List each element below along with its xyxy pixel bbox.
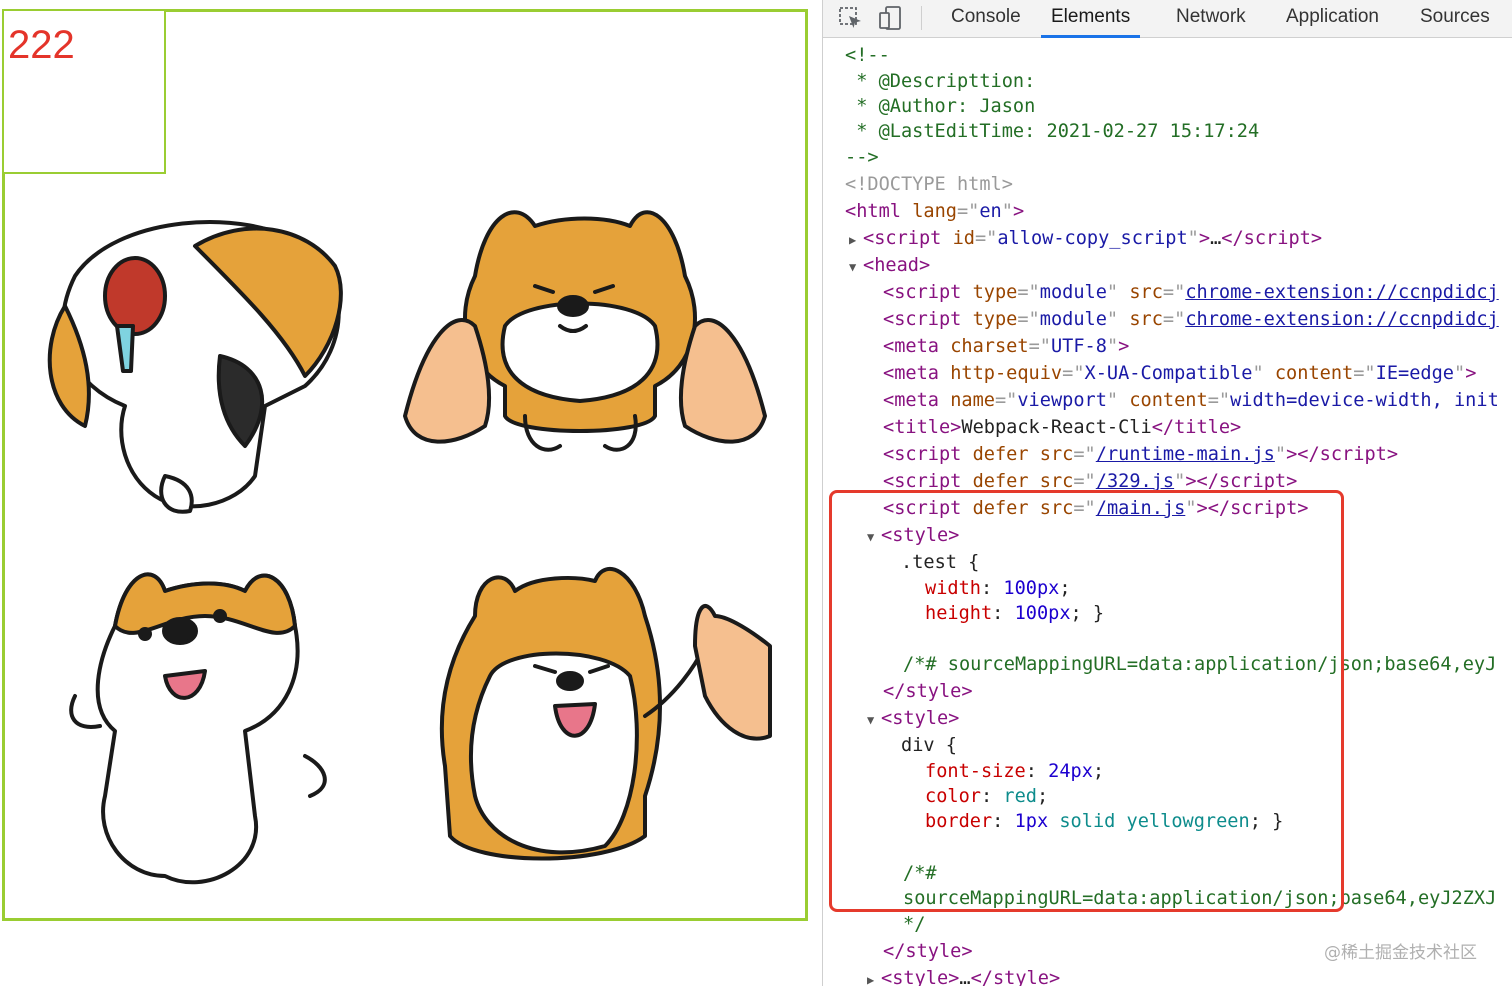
dom-comment-line: * @LastEditTime: 2021-02-27 15:17:24 <box>845 121 1260 142</box>
css-comment-close: */ <box>903 914 926 935</box>
tab-elements[interactable]: Elements <box>1040 0 1141 38</box>
css-rule-border: border: 1px solid yellowgreen; } <box>925 811 1284 832</box>
dom-comment-line: --> <box>845 147 879 168</box>
css-source-map-comment: sourceMappingURL=data:application/json;b… <box>903 888 1497 909</box>
dom-node-comment[interactable]: <!-- <box>845 42 890 69</box>
css-comment-open: /*# <box>903 863 937 884</box>
dom-node-doctype[interactable]: <!DOCTYPE html> <box>845 171 1013 198</box>
shiba-stickers-image <box>5 176 805 918</box>
dom-node-style-collapsed[interactable]: ▶ <style>…</style> <box>867 965 1060 986</box>
collapse-arrow-icon[interactable]: ▼ <box>849 254 863 281</box>
dom-node-html[interactable]: <html lang="en"> <box>845 198 1024 225</box>
dom-node-head[interactable]: ▼ <head> <box>849 252 930 279</box>
dom-comment-line: * @Descripttion: <box>845 71 1036 92</box>
shiba-sticker-tilted <box>47 220 343 514</box>
tab-sources[interactable]: Sources <box>1420 0 1490 38</box>
tab-application[interactable]: Application <box>1286 0 1379 38</box>
dom-node-style-div[interactable]: ▼ <style> <box>867 705 959 732</box>
dom-node-script-runtime[interactable]: <script defer src="/runtime-main.js"></s… <box>883 441 1398 468</box>
shiba-sticker-highfive <box>439 567 772 861</box>
expand-arrow-icon[interactable]: ▶ <box>849 227 863 254</box>
dom-node-script-main[interactable]: <script defer src="/main.js"></script> <box>883 495 1308 522</box>
dom-comment-line: * @Author: Jason <box>845 96 1036 117</box>
dom-node-style-close: </style> <box>883 681 973 702</box>
expand-arrow-icon[interactable]: ▶ <box>867 967 881 986</box>
rendered-page: 222 <box>0 0 822 986</box>
test-div-box: 222 <box>2 9 166 174</box>
tab-console[interactable]: Console <box>951 0 1021 38</box>
dom-node-title[interactable]: <title>Webpack-React-Cli</title> <box>883 414 1241 441</box>
inspect-element-icon[interactable] <box>837 4 865 32</box>
css-source-map-comment: /*# sourceMappingURL=data:application/js… <box>903 654 1497 675</box>
css-selector-div: div { <box>901 735 957 756</box>
devtools-toolbar: Console Elements Network Application Sou… <box>823 0 1512 38</box>
elements-dom-tree: <!-- * @Descripttion: * @Author: Jason *… <box>823 40 1512 986</box>
toolbar-separator <box>921 6 922 30</box>
dom-node-script-module[interactable]: <script type="module" src="chrome-extens… <box>883 279 1499 306</box>
dom-node-meta-charset[interactable]: <meta charset="UTF-8"> <box>883 333 1129 360</box>
collapse-arrow-icon[interactable]: ▼ <box>867 524 881 551</box>
dom-node-script-module[interactable]: <script type="module" src="chrome-extens… <box>883 306 1499 333</box>
dom-node-script-329[interactable]: <script defer src="/329.js"></script> <box>883 468 1297 495</box>
css-rule-width: width: 100px; <box>925 578 1071 599</box>
dom-node-style-close: </style> <box>883 941 973 962</box>
dom-node-meta-http-equiv[interactable]: <meta http-equiv="X-UA-Compatible" conte… <box>883 360 1476 387</box>
shiba-sticker-hands <box>403 210 767 452</box>
tab-network[interactable]: Network <box>1176 0 1246 38</box>
watermark: @稀土掘金技术社区 <box>1324 943 1477 963</box>
dom-node-style-test[interactable]: ▼ <style> <box>867 522 959 549</box>
css-selector-test: .test { <box>901 552 980 573</box>
devtools-panel: Console Elements Network Application Sou… <box>822 0 1512 986</box>
css-rule-font-size: font-size: 24px; <box>925 761 1105 782</box>
dom-node-script-allow-copy[interactable]: ▶ <script id="allow-copy_script">…</scrip… <box>849 225 1322 252</box>
css-rule-height: height: 100px; } <box>925 603 1105 624</box>
device-toggle-icon[interactable] <box>877 4 905 32</box>
css-rule-color: color: red; <box>925 786 1049 807</box>
test-div-text: 222 <box>8 23 75 67</box>
collapse-arrow-icon[interactable]: ▼ <box>867 707 881 734</box>
dom-node-meta-viewport[interactable]: <meta name="viewport" content="width=dev… <box>883 387 1499 414</box>
shiba-sticker-tongue <box>69 572 327 885</box>
